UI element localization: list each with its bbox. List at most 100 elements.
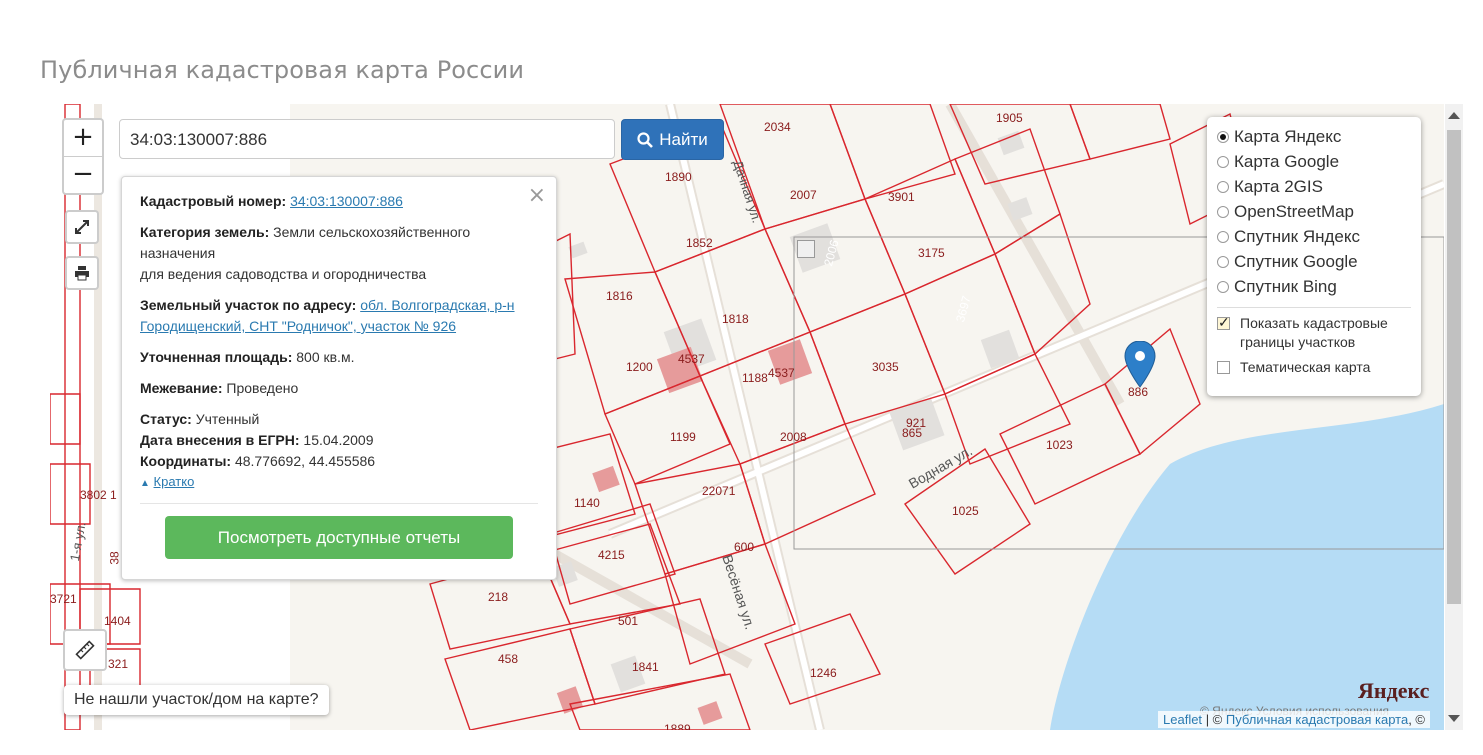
land-category-label: Категория земель: [140,224,270,240]
parcel-number-label[interactable]: 2007 [790,188,817,202]
cadastral-number-row: Кадастровый номер: 34:03:130007:886 [140,191,538,212]
layer-radio[interactable] [1217,155,1229,168]
view-reports-button[interactable]: Посмотреть доступные отчеты [165,516,513,559]
parcel-number-label[interactable]: 1140 [574,496,600,510]
parcel-number-label[interactable]: 1199 [670,430,696,444]
scroll-up-arrow[interactable] [1448,112,1460,119]
page-scrollbar[interactable] [1445,104,1463,730]
pkk-link[interactable]: Публичная кадастровая карта [1226,712,1408,727]
address-label: Земельный участок по адресу: [140,297,357,313]
zoom-in-button[interactable]: + [64,120,102,157]
parcel-number-label[interactable]: 321 [108,657,128,671]
parcel-number-label[interactable]: 1889 [664,722,691,730]
parcel-number-label[interactable]: 3802 1 [80,488,117,502]
egrn-date-label: Дата внесения в ЕГРН: [140,432,300,448]
thematic-map-label: Тематическая карта [1240,359,1371,375]
layer-radio[interactable] [1217,130,1229,143]
parcel-number-label[interactable]: 600 [734,540,754,554]
parcel-number-label[interactable]: 4537 [768,366,795,380]
location-marker-icon[interactable] [1124,341,1156,389]
scrollbar-thumb[interactable] [1447,130,1461,604]
parcel-number-label[interactable]: 1852 [686,236,713,250]
parcel-number-label[interactable]: 1404 [104,614,131,628]
brief-link[interactable]: Кратко [154,474,195,489]
layer-radio[interactable] [1217,205,1229,218]
parcel-number-label[interactable]: 1023 [1046,438,1073,452]
popup-close-button[interactable]: × [528,183,546,208]
parcel-number-label[interactable]: 22071 [702,484,735,498]
parcel-number-label[interactable]: 1890 [665,170,692,184]
parcel-number-label[interactable]: 4215 [598,548,625,562]
parcel-number-label[interactable]: 1025 [952,504,979,518]
layer-radio[interactable] [1217,180,1229,193]
zoom-out-button[interactable]: − [64,157,102,193]
fullscreen-icon [75,220,89,234]
layer-option[interactable]: Карта 2GIS [1217,174,1411,199]
leaflet-link[interactable]: Leaflet [1163,712,1202,727]
parcel-number-label[interactable]: 458 [498,652,518,666]
map[interactable]: 2034 1905 1890 2007 3901 1852 2006 3175 1816 1818… [50,104,1444,730]
search-button[interactable]: Найти [621,119,724,160]
parcel-number-label[interactable]: 1841 [632,660,659,674]
layer-option-label: Спутник Google [1234,251,1358,271]
parcel-number-label[interactable]: 3175 [918,246,945,260]
parcel-number-label[interactable]: 2008 [780,430,807,444]
show-borders-option[interactable]: Показать кадастровые границы участков [1217,313,1411,352]
thematic-map-option[interactable]: Тематическая карта [1217,358,1411,377]
layer-option-label: Карта 2GIS [1234,176,1323,196]
layer-option[interactable]: Спутник Bing [1217,274,1411,299]
print-button[interactable] [65,256,99,290]
parcel-number-label[interactable]: 1818 [722,312,749,326]
parcel-number-label[interactable]: 865 [902,426,922,440]
parcel-number-label[interactable]: 1905 [996,111,1023,125]
cadastral-search-input[interactable]: 34:03:130007:886 [119,119,615,159]
parcel-number-label[interactable]: 38 [108,551,122,564]
parcel-number-label[interactable]: 1246 [810,666,837,680]
cadastral-number-link[interactable]: 34:03:130007:886 [290,193,403,209]
parcel-number-label[interactable]: 1816 [606,289,633,303]
parcel-number-label[interactable]: 2034 [764,120,791,134]
parcel-number-label[interactable]: 4537 [678,352,705,366]
layer-divider [1217,307,1411,308]
parcel-number-label[interactable]: 218 [488,590,508,604]
not-found-button[interactable]: Не нашли участок/дом на карте? [64,685,329,715]
status-row: Статус: Учтенный [140,409,538,430]
brief-toggle[interactable]: ▲ Кратко [140,474,538,489]
scroll-down-arrow[interactable] [1448,715,1460,722]
status-block: Статус: Учтенный Дата внесения в ЕГРН: 1… [140,409,538,489]
area-label: Уточненная площадь: [140,349,293,365]
egrn-date-value: 15.04.2009 [303,432,374,448]
land-use-value: для ведения садоводства и огородничества [140,266,427,282]
layer-option[interactable]: OpenStreetMap [1217,199,1411,224]
layer-option[interactable]: Спутник Яндекс [1217,224,1411,249]
layer-radio[interactable] [1217,255,1229,268]
search-icon [637,131,654,148]
measure-button[interactable] [63,629,107,671]
parcel-number-label[interactable]: 1188 [742,371,768,385]
layer-option[interactable]: Спутник Google [1217,249,1411,274]
layer-option[interactable]: Карта Яндекс [1217,124,1411,149]
popup-divider [140,503,538,504]
layer-radio[interactable] [1217,230,1229,243]
parcel-number-label[interactable]: 3721 [50,592,77,606]
layer-option-label: Спутник Bing [1234,276,1337,296]
parcel-number-label[interactable]: 501 [618,614,638,628]
survey-row: Межевание: Проведено [140,378,538,399]
show-borders-checkbox[interactable] [1217,313,1230,332]
layer-option-label: OpenStreetMap [1234,201,1355,221]
parcel-number-label[interactable]: 3901 [888,190,915,204]
parcel-number-label[interactable]: 3035 [872,360,899,374]
area-value: 800 кв.м. [296,349,355,365]
fullscreen-button[interactable] [65,210,99,244]
survey-label: Межевание: [140,380,223,396]
layer-switcher: Карта Яндекс Карта Google Карта 2GIS OpenSt… [1207,117,1421,396]
cadastral-number-label: Кадастровый номер: [140,193,287,209]
ruler-icon [75,640,95,660]
thematic-map-checkbox[interactable] [1217,361,1230,374]
parcel-number-label[interactable]: 1200 [626,360,653,374]
layer-option[interactable]: Карта Google [1217,149,1411,174]
layer-option-label: Карта Google [1234,151,1340,171]
zoom-control: + − [62,118,104,195]
search-button-label: Найти [659,129,708,149]
layer-radio[interactable] [1217,280,1229,293]
